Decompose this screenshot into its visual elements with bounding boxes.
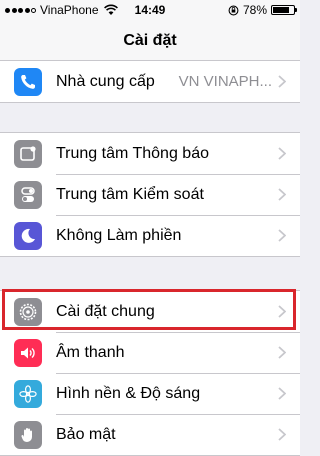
wallpaper-icon [14, 379, 42, 408]
settings-row-label: Không Làm phiền [56, 226, 182, 244]
chevron-right-icon [278, 147, 286, 160]
settings-row-label: Bảo mật [56, 425, 116, 443]
battery-fill [273, 7, 289, 13]
settings-row-label: Trung tâm Kiểm soát [56, 185, 204, 203]
chevron-right-icon [278, 387, 286, 400]
chevron-right-icon [278, 75, 286, 88]
settings-row-label: Trung tâm Thông báo [56, 144, 209, 162]
settings-row-label: Âm thanh [56, 343, 125, 361]
chevron-right-icon [278, 346, 286, 359]
status-bar: VinaPhone 14:49 78% [0, 0, 300, 20]
notification-center-icon [14, 139, 42, 168]
navigation-bar: Cài đặt [0, 20, 300, 64]
settings-row-wallpaper-brightness[interactable]: Hình nền & Độ sáng [0, 373, 300, 414]
battery-percent: 78% [242, 3, 267, 17]
settings-row-label: Nhà cung cấp [56, 72, 155, 90]
page-title: Cài đặt [123, 32, 177, 49]
settings-row-sounds[interactable]: Âm thanh [0, 332, 300, 373]
settings-group-notifications: Trung tâm Thông báo Trung tâm Kiểm soát … [0, 132, 300, 257]
chevron-right-icon [278, 229, 286, 242]
status-right: 78% [228, 0, 297, 20]
settings-group-carrier: Nhà cung cấp VN VINAPH... [0, 60, 300, 103]
battery-icon [271, 5, 297, 15]
settings-row-carrier[interactable]: Nhà cung cấp VN VINAPH... [0, 61, 300, 102]
highlight-box [2, 289, 296, 330]
carrier-value: VN VINAPH... [178, 73, 272, 90]
phone-icon [14, 67, 42, 96]
control-center-icon [14, 180, 42, 209]
chevron-right-icon [278, 188, 286, 201]
speaker-icon [14, 338, 42, 367]
rotation-lock-icon [228, 5, 239, 15]
settings-row-control-center[interactable]: Trung tâm Kiểm soát [0, 174, 300, 215]
hand-icon [14, 420, 42, 449]
settings-row-notification-center[interactable]: Trung tâm Thông báo [0, 133, 300, 174]
moon-icon [14, 221, 42, 250]
settings-row-privacy[interactable]: Bảo mật [0, 414, 300, 455]
settings-row-do-not-disturb[interactable]: Không Làm phiền [0, 215, 300, 256]
chevron-right-icon [278, 428, 286, 441]
settings-row-label: Hình nền & Độ sáng [56, 384, 201, 402]
